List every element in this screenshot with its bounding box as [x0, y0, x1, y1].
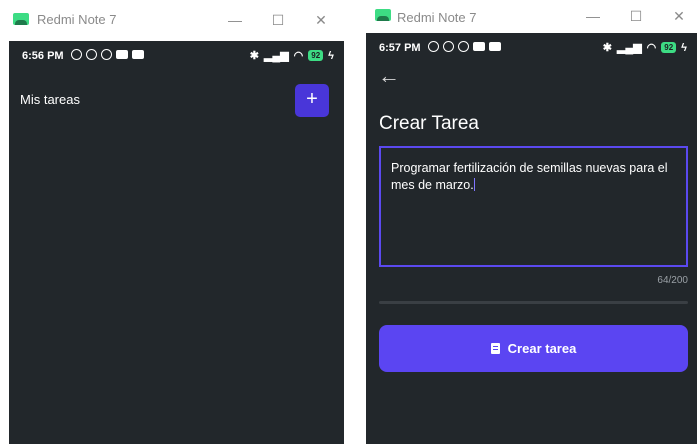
right-emulator-window: Redmi Note 7 — ☐ ✕ 6:57 PM ✱ ▂▄▆ ◠ 92 ϟ …: [366, 0, 697, 444]
close-button[interactable]: ✕: [664, 4, 694, 28]
whatsapp-icon: [458, 41, 469, 52]
youtube-icon: [132, 50, 144, 59]
task-description-text: Programar fertilización de semillas nuev…: [391, 161, 668, 192]
youtube-icon: [116, 50, 128, 59]
whatsapp-icon: [101, 49, 112, 60]
close-button[interactable]: ✕: [306, 8, 336, 32]
battery-icon: 92: [308, 50, 324, 61]
youtube-icon: [473, 42, 485, 51]
plus-icon: +: [306, 88, 318, 110]
page-title: Mis tareas: [20, 92, 80, 107]
minimize-button[interactable]: —: [578, 4, 608, 28]
wifi-icon: ◠: [293, 50, 304, 62]
maximize-button[interactable]: ☐: [621, 4, 651, 28]
battery-icon: 92: [661, 42, 677, 53]
signal-icon: ▂▄▆: [263, 50, 289, 62]
settings-icon: [428, 41, 439, 52]
text-cursor: [473, 178, 475, 191]
task-description-input[interactable]: Programar fertilización de semillas nuev…: [379, 146, 688, 267]
maximize-button[interactable]: ☐: [263, 8, 293, 32]
character-counter: 64/200: [657, 275, 688, 286]
settings-icon: [71, 49, 82, 60]
add-task-button[interactable]: +: [295, 84, 329, 117]
back-arrow-icon[interactable]: ←: [378, 63, 400, 89]
status-time: 6:57 PM: [379, 42, 421, 54]
phone-screen: 6:57 PM ✱ ▂▄▆ ◠ 92 ϟ ← Crear Tarea Progr…: [366, 33, 697, 444]
status-time: 6:56 PM: [22, 50, 64, 62]
android-app-icon: [375, 9, 391, 21]
window-title: Redmi Note 7: [397, 10, 477, 25]
window-titlebar: Redmi Note 7 — ☐ ✕: [0, 0, 344, 40]
window-title: Redmi Note 7: [37, 12, 117, 27]
youtube-icon: [489, 42, 501, 51]
alarm-icon: [443, 41, 454, 52]
signal-icon: ▂▄▆: [616, 42, 642, 54]
divider: [379, 301, 688, 304]
bluetooth-icon: ✱: [249, 50, 259, 62]
charging-icon: ϟ: [328, 49, 334, 62]
charging-icon: ϟ: [681, 41, 687, 54]
page-title: Crear Tarea: [379, 113, 479, 134]
wifi-icon: ◠: [646, 42, 657, 54]
bluetooth-icon: ✱: [602, 42, 612, 54]
create-task-button[interactable]: Crear tarea: [379, 325, 688, 372]
status-bar: 6:56 PM ✱ ▂▄▆ ◠ 92 ϟ: [9, 41, 344, 71]
create-task-label: Crear tarea: [507, 341, 577, 356]
android-app-icon: [13, 13, 29, 25]
phone-screen: 6:56 PM ✱ ▂▄▆ ◠ 92 ϟ Mis tareas +: [9, 41, 344, 444]
minimize-button[interactable]: —: [220, 8, 250, 32]
document-icon: [490, 343, 500, 354]
left-emulator-window: Redmi Note 7 — ☐ ✕ 6:56 PM ✱ ▂▄▆ ◠ 92 ϟ …: [0, 0, 344, 444]
status-bar: 6:57 PM ✱ ▂▄▆ ◠ 92 ϟ: [366, 33, 697, 63]
alarm-icon: [86, 49, 97, 60]
